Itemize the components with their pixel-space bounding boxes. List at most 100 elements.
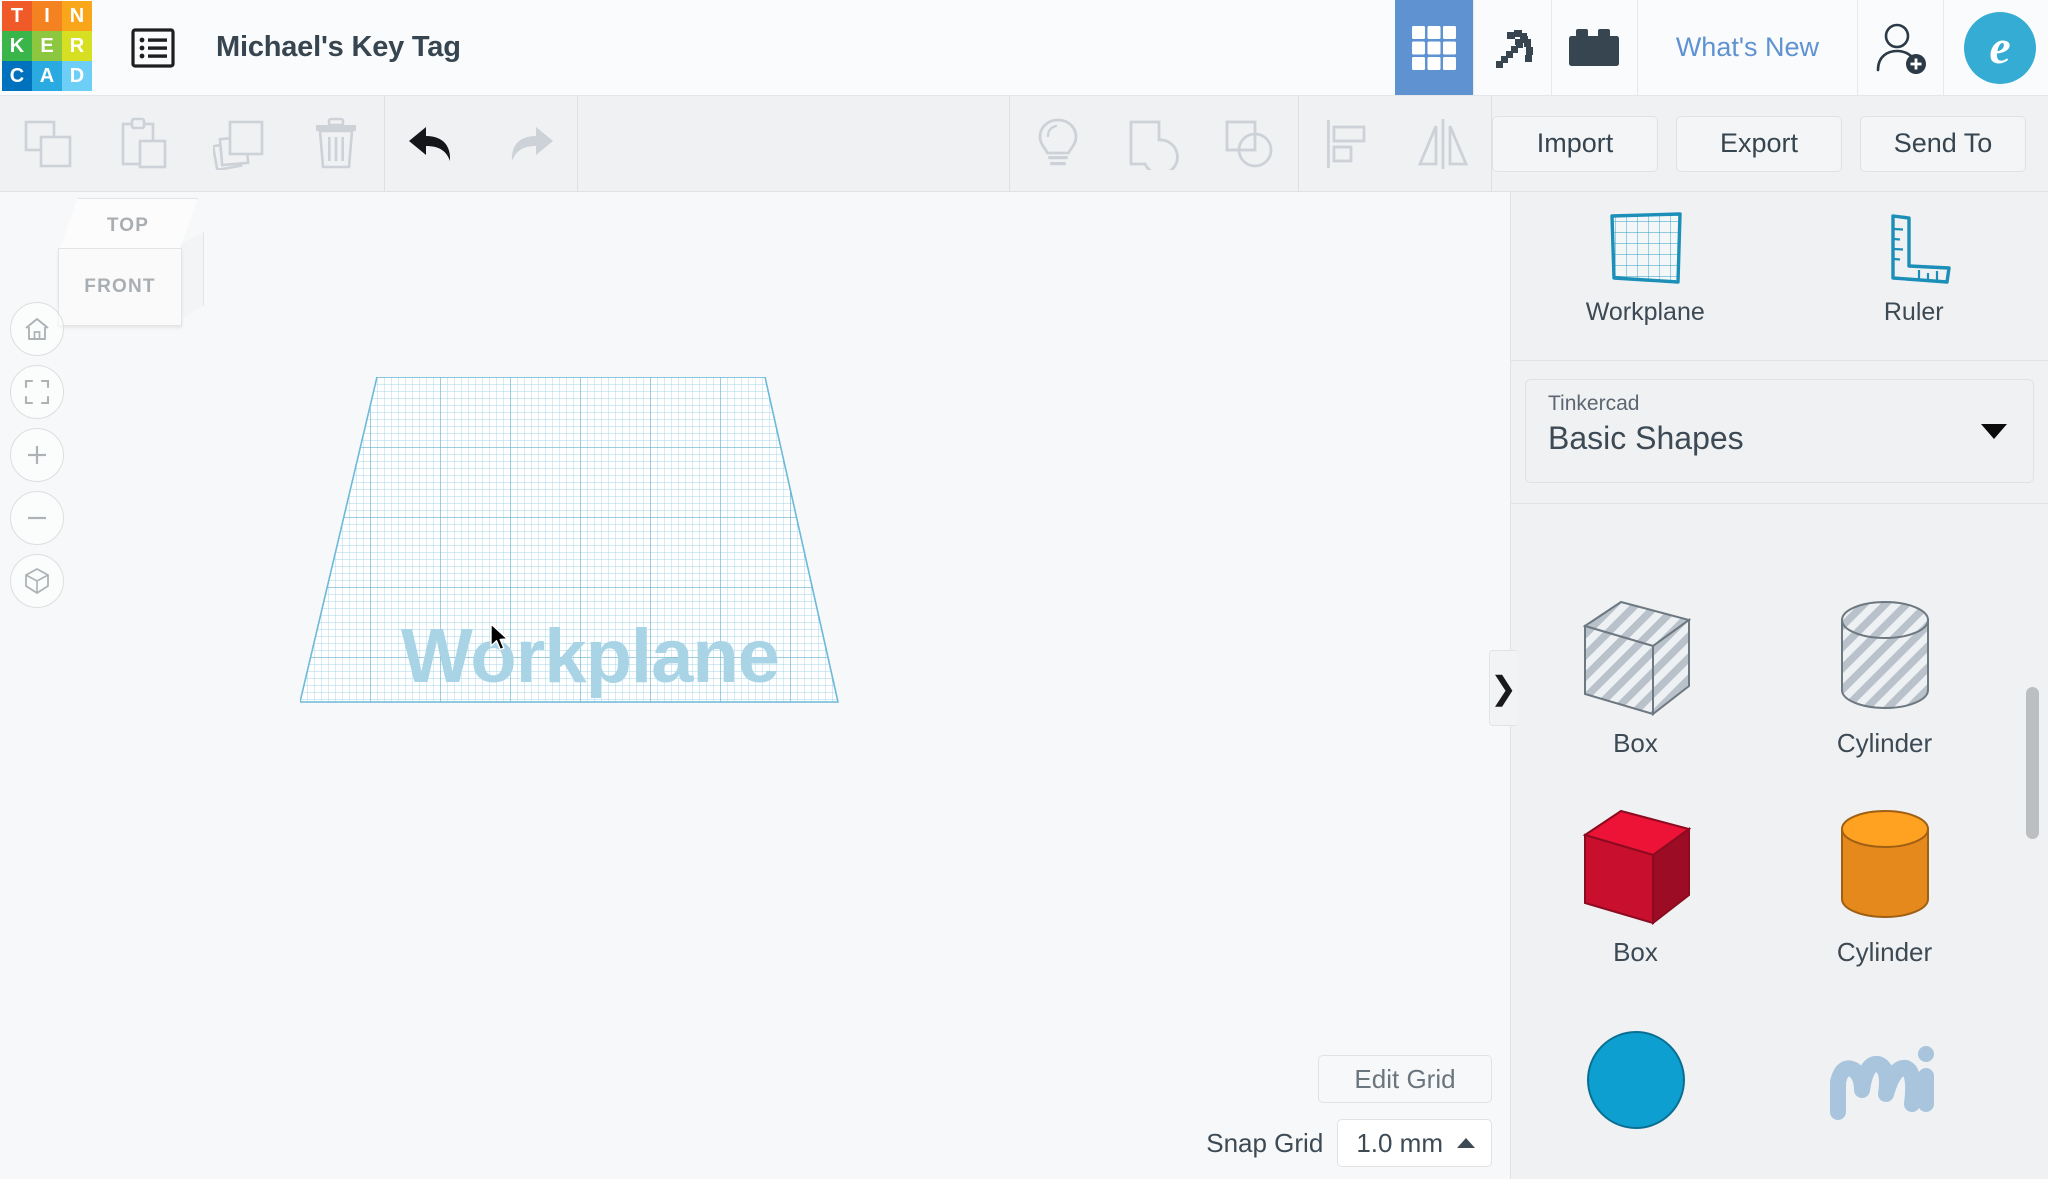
workplane-tool[interactable]: Workplane <box>1555 210 1735 327</box>
plus-icon <box>23 441 51 469</box>
shape-item-label: Box <box>1613 937 1658 968</box>
shape-item-label: Box <box>1613 728 1658 759</box>
snap-grid-value: 1.0 mm <box>1356 1128 1443 1159</box>
align-tool-group <box>1299 96 1491 191</box>
snap-grid-label: Snap Grid <box>1206 1128 1323 1159</box>
paste-icon <box>119 117 169 171</box>
chevron-right-icon: ❯ <box>1490 669 1517 707</box>
header-spacer <box>461 0 1395 95</box>
snap-grid-row: Snap Grid 1.0 mm <box>1206 1119 1492 1167</box>
view-cube-front-face[interactable]: FRONT <box>58 248 182 326</box>
workplane-grid-icon <box>1604 210 1686 288</box>
main-toolbar: Import Export Send To <box>0 96 2048 192</box>
logo-cell-r-5: R <box>62 31 92 61</box>
invite-people-button[interactable] <box>1857 0 1943 95</box>
ruler-icon <box>1873 210 1955 288</box>
copy-button[interactable] <box>0 96 96 191</box>
cylinder-hole-icon <box>1820 590 1950 722</box>
shape-item-box-solid[interactable]: Box <box>1511 785 1760 994</box>
duplicate-button[interactable] <box>192 96 288 191</box>
header-tool-codeblocks[interactable] <box>1473 0 1551 95</box>
shape-item-sphere-solid[interactable] <box>1511 994 1760 1179</box>
project-menu-button[interactable] <box>114 0 192 95</box>
perspective-toggle-button[interactable] <box>10 554 64 608</box>
panel-divider-bottom <box>1511 503 2048 504</box>
undo-arrow-icon <box>404 121 462 167</box>
tinkercad-app: TINKERCAD Michael's Key Tag <box>0 0 2048 1179</box>
shape-category-select[interactable]: Tinkercad Basic Shapes <box>1525 379 2034 483</box>
shape-library-grid: Box Cylinder Box Cylinder <box>1511 576 2048 1179</box>
user-avatar-wrap: e <box>1943 0 2048 95</box>
whats-new-link[interactable]: What's New <box>1637 0 1857 95</box>
group-button[interactable] <box>1106 96 1202 191</box>
shape-item-box-hole[interactable]: Box <box>1511 576 1760 785</box>
page-title[interactable]: Michael's Key Tag <box>192 0 461 95</box>
mirror-button[interactable] <box>1395 96 1491 191</box>
home-icon <box>23 315 51 343</box>
align-icon <box>1322 118 1372 170</box>
view-cube-top-label: TOP <box>107 215 149 237</box>
avatar[interactable]: e <box>1964 12 2036 84</box>
panel-scrollbar[interactable] <box>2026 582 2039 1162</box>
copy-icon <box>22 118 74 170</box>
workplane[interactable]: Workplane <box>300 377 880 722</box>
ruler-tool[interactable]: Ruler <box>1824 210 2004 327</box>
edit-tool-group <box>0 96 384 191</box>
header-tool-blocks[interactable] <box>1395 0 1473 95</box>
zoom-in-button[interactable] <box>10 428 64 482</box>
send-to-button[interactable]: Send To <box>1860 116 2026 172</box>
notes-button[interactable] <box>1010 96 1106 191</box>
fit-frame-icon <box>23 378 51 406</box>
delete-button[interactable] <box>288 96 384 191</box>
redo-arrow-icon <box>500 121 558 167</box>
undo-button[interactable] <box>385 96 481 191</box>
panel-collapse-toggle[interactable]: ❯ <box>1489 650 1517 726</box>
toolbar-spacer <box>578 96 1009 191</box>
tinkercad-logo[interactable]: TINKERCAD <box>2 1 92 91</box>
logo-cell-n-2: N <box>62 1 92 31</box>
chevron-up-icon <box>1455 1136 1477 1150</box>
cube-perspective-icon <box>22 566 52 596</box>
header-tool-bricks[interactable] <box>1551 0 1637 95</box>
shape-row: Box Cylinder <box>1511 576 2048 785</box>
view-cube-top-face[interactable]: TOP <box>58 198 198 254</box>
shape-category-value: Basic Shapes <box>1548 420 2011 457</box>
grid-controls: Edit Grid Snap Grid 1.0 mm <box>1206 1055 1492 1167</box>
logo-cell-c-6: C <box>2 61 32 91</box>
logo-cell-a-7: A <box>32 61 62 91</box>
logo-cell-i-1: I <box>32 1 62 31</box>
panel-scrollbar-thumb[interactable] <box>2026 687 2039 839</box>
chevron-down-icon <box>1981 424 2007 439</box>
panel-tool-row: Workplane Ruler <box>1511 192 2048 352</box>
canvas-nav-buttons <box>10 302 64 617</box>
pickaxe-icon <box>1485 21 1539 75</box>
view-cube-front-label: FRONT <box>84 276 155 298</box>
export-button[interactable]: Export <box>1676 116 1842 172</box>
shape-item-cylinder-hole[interactable]: Cylinder <box>1760 576 2009 785</box>
duplicate-icon <box>213 118 267 170</box>
fit-to-view-button[interactable] <box>10 365 64 419</box>
design-canvas[interactable]: TOP FRONT <box>0 192 1510 1179</box>
shape-item-text-solid[interactable] <box>1760 994 2009 1179</box>
app-header: TINKERCAD Michael's Key Tag <box>0 0 2048 96</box>
align-button[interactable] <box>1299 96 1395 191</box>
snap-grid-select[interactable]: 1.0 mm <box>1337 1119 1492 1167</box>
panel-divider-top <box>1511 360 2048 361</box>
view-cube[interactable]: TOP FRONT <box>58 198 198 328</box>
shape-item-cylinder-solid[interactable]: Cylinder <box>1760 785 2009 994</box>
import-button[interactable]: Import <box>1492 116 1658 172</box>
toolbar-action-group: Import Export Send To <box>1492 96 2048 191</box>
edit-grid-button[interactable]: Edit Grid <box>1318 1055 1492 1103</box>
home-view-button[interactable] <box>10 302 64 356</box>
logo-cell-k-3: K <box>2 31 32 61</box>
shape-item-label: Cylinder <box>1837 728 1932 759</box>
paste-button[interactable] <box>96 96 192 191</box>
ungroup-button[interactable] <box>1202 96 1298 191</box>
box-solid-icon <box>1571 799 1701 931</box>
object-tool-group <box>1010 96 1298 191</box>
zoom-out-button[interactable] <box>10 491 64 545</box>
redo-button[interactable] <box>481 96 577 191</box>
sphere-solid-icon <box>1571 1008 1701 1140</box>
minus-icon <box>23 504 51 532</box>
workplane-tool-label: Workplane <box>1586 298 1705 327</box>
